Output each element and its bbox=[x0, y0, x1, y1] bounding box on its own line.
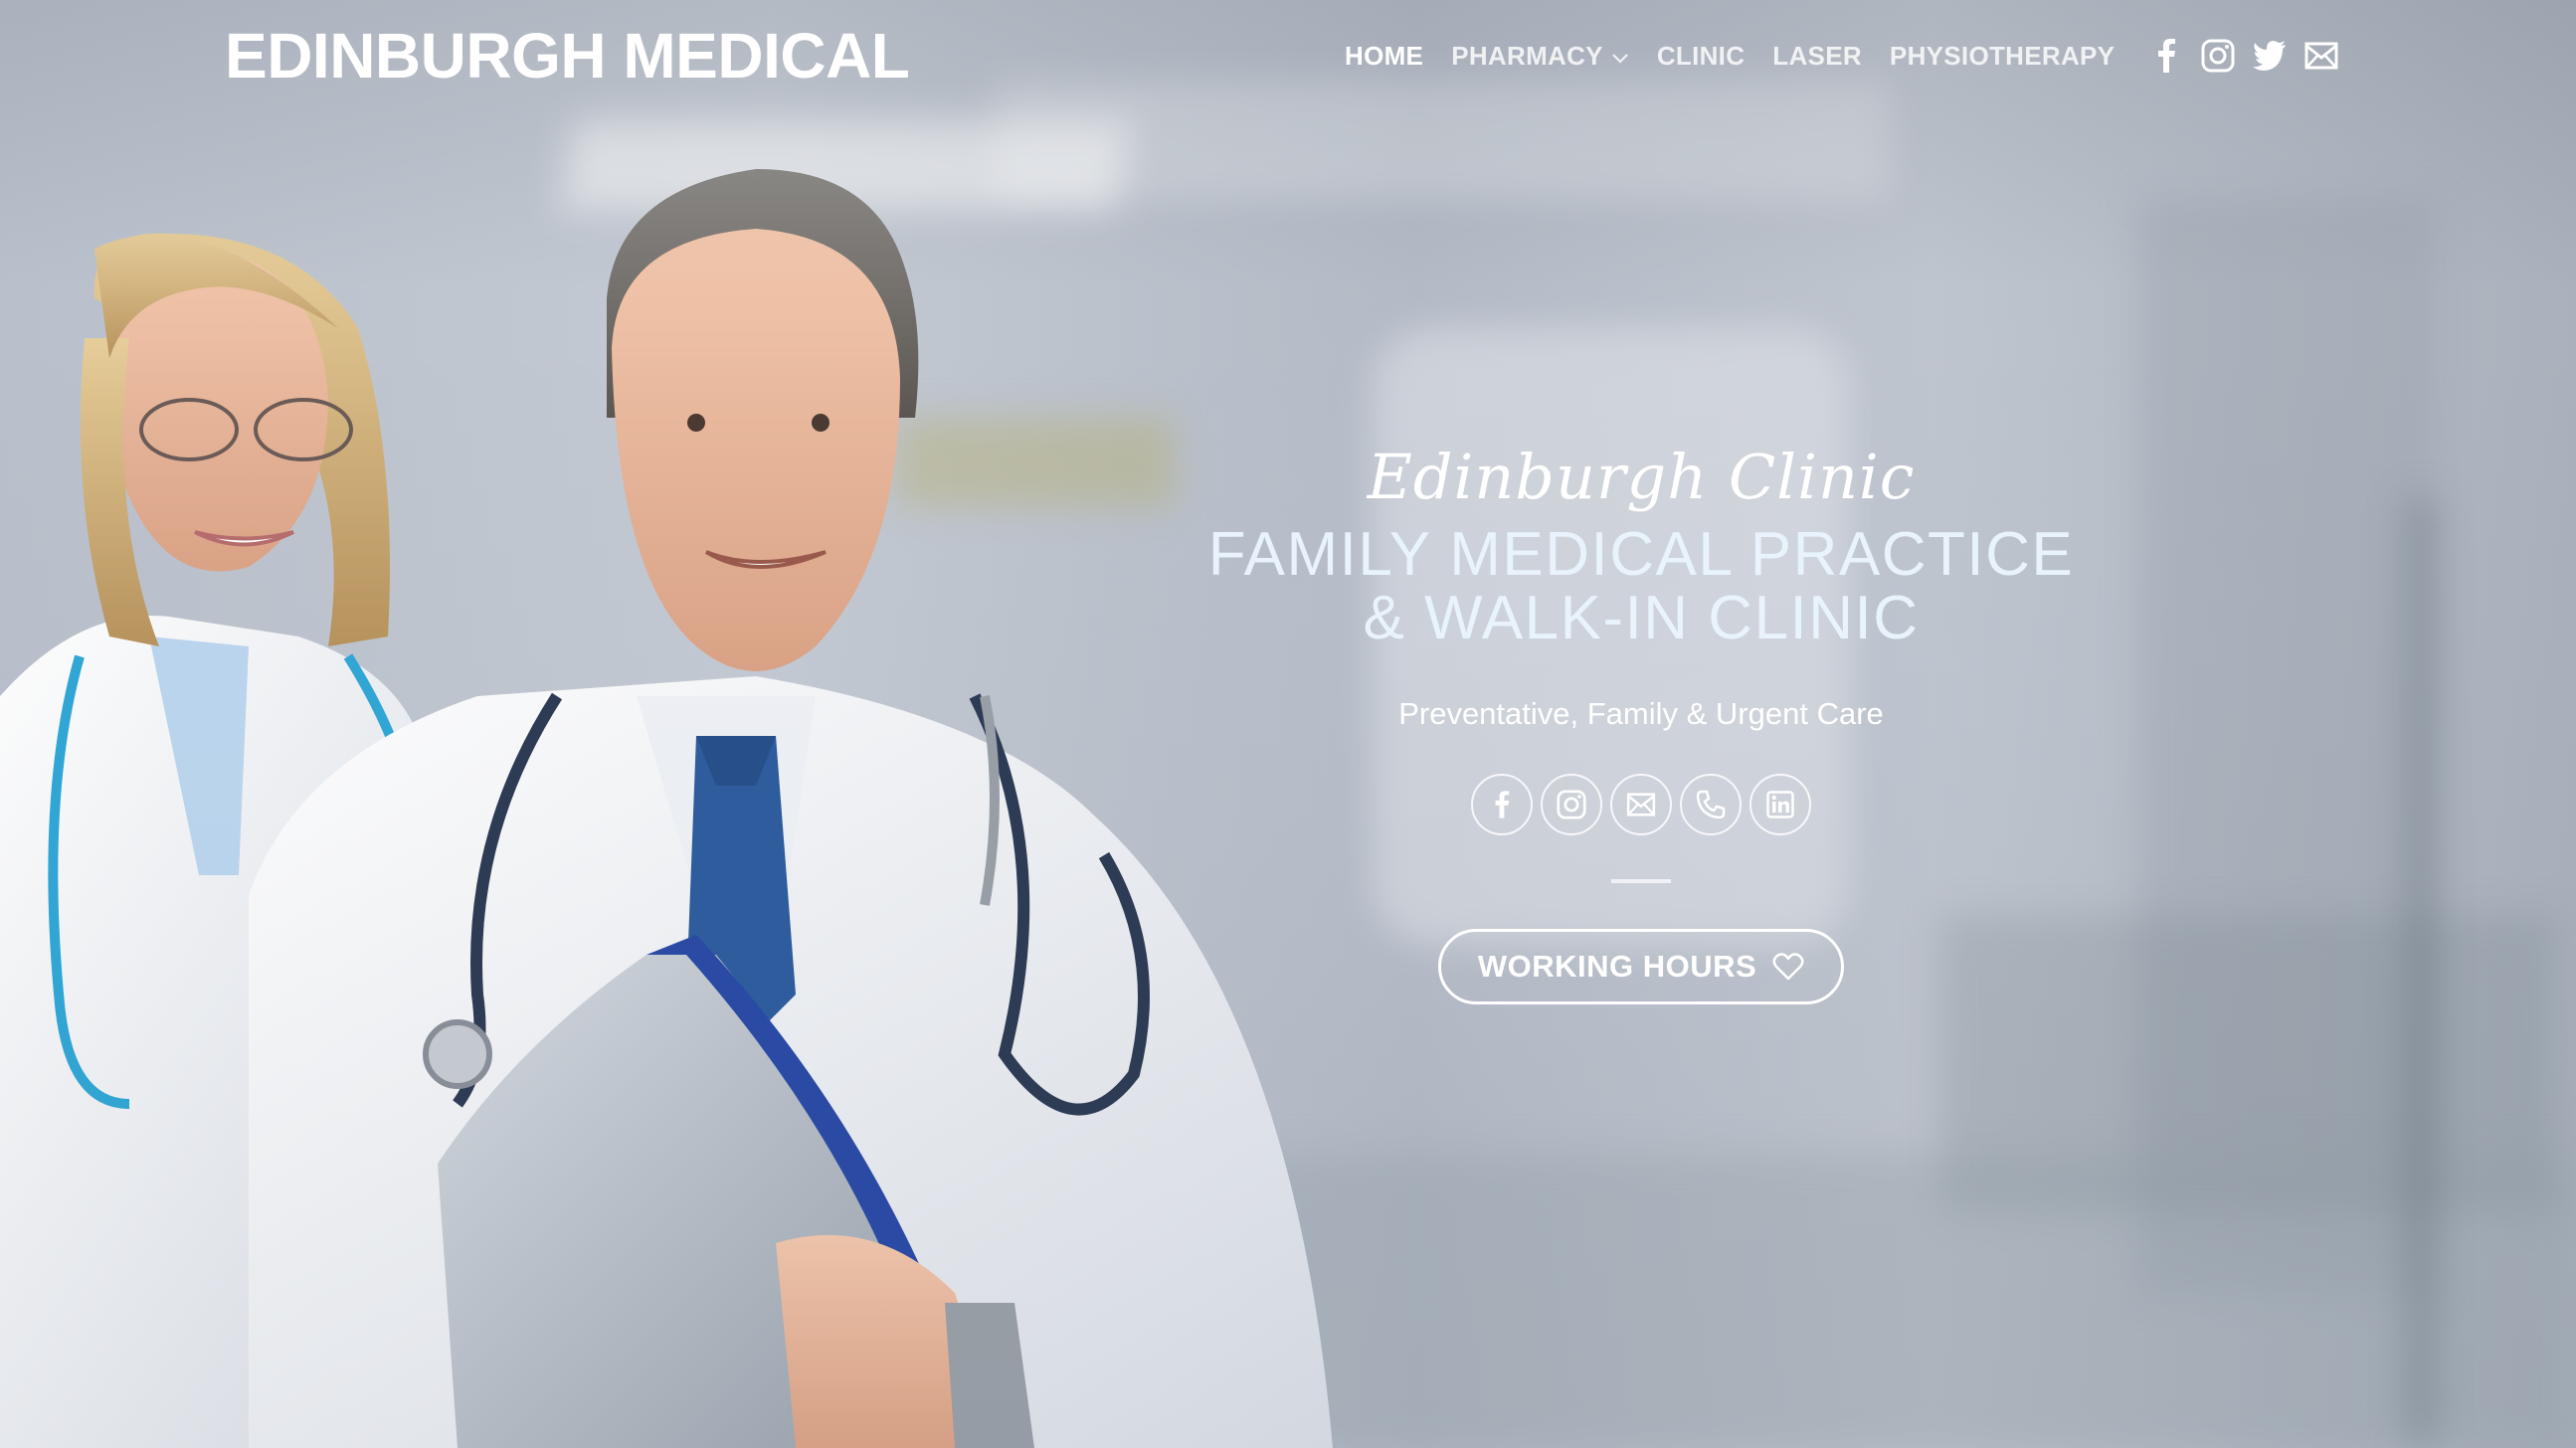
nav-item-pharmacy[interactable]: PHARMACY bbox=[1451, 41, 1629, 72]
site-logo[interactable]: EDINBURGH MEDICAL bbox=[225, 20, 910, 91]
instagram-icon[interactable] bbox=[1541, 774, 1602, 835]
facebook-icon[interactable] bbox=[1471, 774, 1533, 835]
instagram-icon[interactable] bbox=[2200, 38, 2236, 74]
nav-item-label: LASER bbox=[1772, 40, 1862, 71]
nav-item-label: CLINIC bbox=[1656, 40, 1746, 71]
main-nav: HOME PHARMACY CLINIC LASER PHYSIOTHERAPY bbox=[1345, 34, 2339, 78]
hero-section: EDINBURGH MEDICAL HOME PHARMACY CLINIC L… bbox=[0, 0, 2576, 1448]
twitter-icon[interactable] bbox=[2252, 38, 2288, 74]
facebook-icon[interactable] bbox=[2148, 38, 2184, 74]
nav-item-label: PHARMACY bbox=[1451, 40, 1603, 71]
working-hours-button[interactable]: WORKING HOURS bbox=[1438, 929, 1844, 1004]
header-social-icons bbox=[2148, 38, 2339, 74]
linkedin-icon[interactable] bbox=[1749, 774, 1811, 835]
nav-item-home[interactable]: HOME bbox=[1345, 41, 1423, 72]
working-hours-button-label: WORKING HOURS bbox=[1477, 949, 1757, 984]
hero-headline-line2: & WALK-IN CLINIC bbox=[1363, 584, 1920, 652]
hero-subtitle: Preventative, Family & Urgent Care bbox=[1398, 696, 1884, 731]
hero-social-icons bbox=[1144, 774, 2138, 835]
nav-item-label: PHYSIOTHERAPY bbox=[1889, 40, 2116, 71]
hero-headline: FAMILY MEDICAL PRACTICE & WALK-IN CLINIC bbox=[1144, 523, 2138, 650]
phone-icon[interactable] bbox=[1680, 774, 1742, 835]
hero-divider bbox=[1611, 879, 1671, 883]
hero-headline-line1: FAMILY MEDICAL PRACTICE bbox=[1207, 520, 2075, 589]
nav-item-label: HOME bbox=[1345, 40, 1424, 71]
hero-content: Edinburgh Clinic FAMILY MEDICAL PRACTICE… bbox=[1144, 438, 2138, 1004]
nav-item-clinic[interactable]: CLINIC bbox=[1657, 41, 1745, 72]
envelope-icon[interactable] bbox=[1610, 774, 1672, 835]
chevron-down-icon bbox=[1611, 41, 1629, 72]
hero-script-title: Edinburgh Clinic bbox=[1367, 441, 1916, 513]
nav-item-physiotherapy[interactable]: PHYSIOTHERAPY bbox=[1890, 41, 2115, 72]
envelope-icon[interactable] bbox=[2303, 38, 2339, 74]
heart-icon bbox=[1772, 953, 1804, 981]
nav-item-laser[interactable]: LASER bbox=[1772, 41, 1862, 72]
